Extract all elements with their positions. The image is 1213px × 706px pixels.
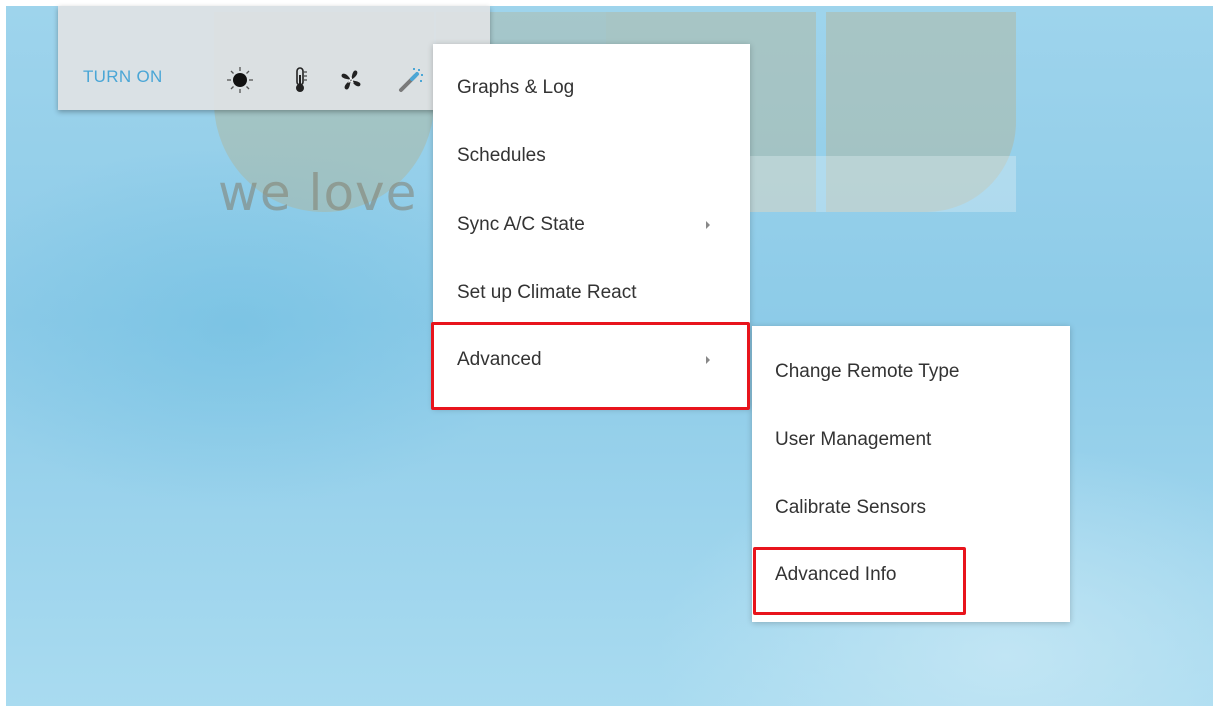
magic-wand-icon[interactable] <box>396 66 424 94</box>
watermark-text-prefix: we love <box>218 164 418 222</box>
svg-text:A: A <box>348 76 354 85</box>
menu-item-label: User Management <box>775 429 932 450</box>
advanced-submenu: Change Remote Type User Management Calib… <box>752 326 1070 622</box>
submenu-item-user-management[interactable]: User Management <box>752 420 1070 460</box>
watermark-logo-b2 <box>826 12 1016 212</box>
fan-icon[interactable]: A <box>337 66 365 94</box>
menu-item-label: Schedules <box>457 145 546 166</box>
menu-item-label: Change Remote Type <box>775 361 960 382</box>
menu-item-label: Calibrate Sensors <box>775 497 927 518</box>
submenu-item-change-remote-type[interactable]: Change Remote Type <box>752 352 1070 392</box>
menu-item-advanced[interactable]: Advanced <box>433 340 750 380</box>
menu-item-schedules[interactable]: Schedules <box>433 136 750 176</box>
submenu-arrow-icon <box>706 356 710 364</box>
submenu-arrow-icon <box>706 221 710 229</box>
menu-item-label: Advanced <box>457 349 542 370</box>
menu-item-label: Sync A/C State <box>457 214 585 235</box>
menu-item-sync-ac-state[interactable]: Sync A/C State <box>433 205 750 245</box>
menu-item-graphs-log[interactable]: Graphs & Log <box>433 68 750 108</box>
menu-item-label: Advanced Info <box>775 564 897 585</box>
menu-item-label: Set up Climate React <box>457 282 637 303</box>
menu-item-label: Graphs & Log <box>457 77 575 98</box>
context-menu: Graphs & Log Schedules Sync A/C State Se… <box>433 44 750 408</box>
menu-item-climate-react[interactable]: Set up Climate React <box>433 273 750 313</box>
submenu-item-calibrate-sensors[interactable]: Calibrate Sensors <box>752 488 1070 528</box>
sun-icon[interactable] <box>226 66 254 94</box>
turn-on-button[interactable]: TURN ON <box>83 67 163 87</box>
submenu-item-advanced-info[interactable]: Advanced Info <box>752 555 1070 595</box>
thermometer-icon[interactable] <box>286 66 314 94</box>
device-card: TURN ON A <box>58 6 490 110</box>
